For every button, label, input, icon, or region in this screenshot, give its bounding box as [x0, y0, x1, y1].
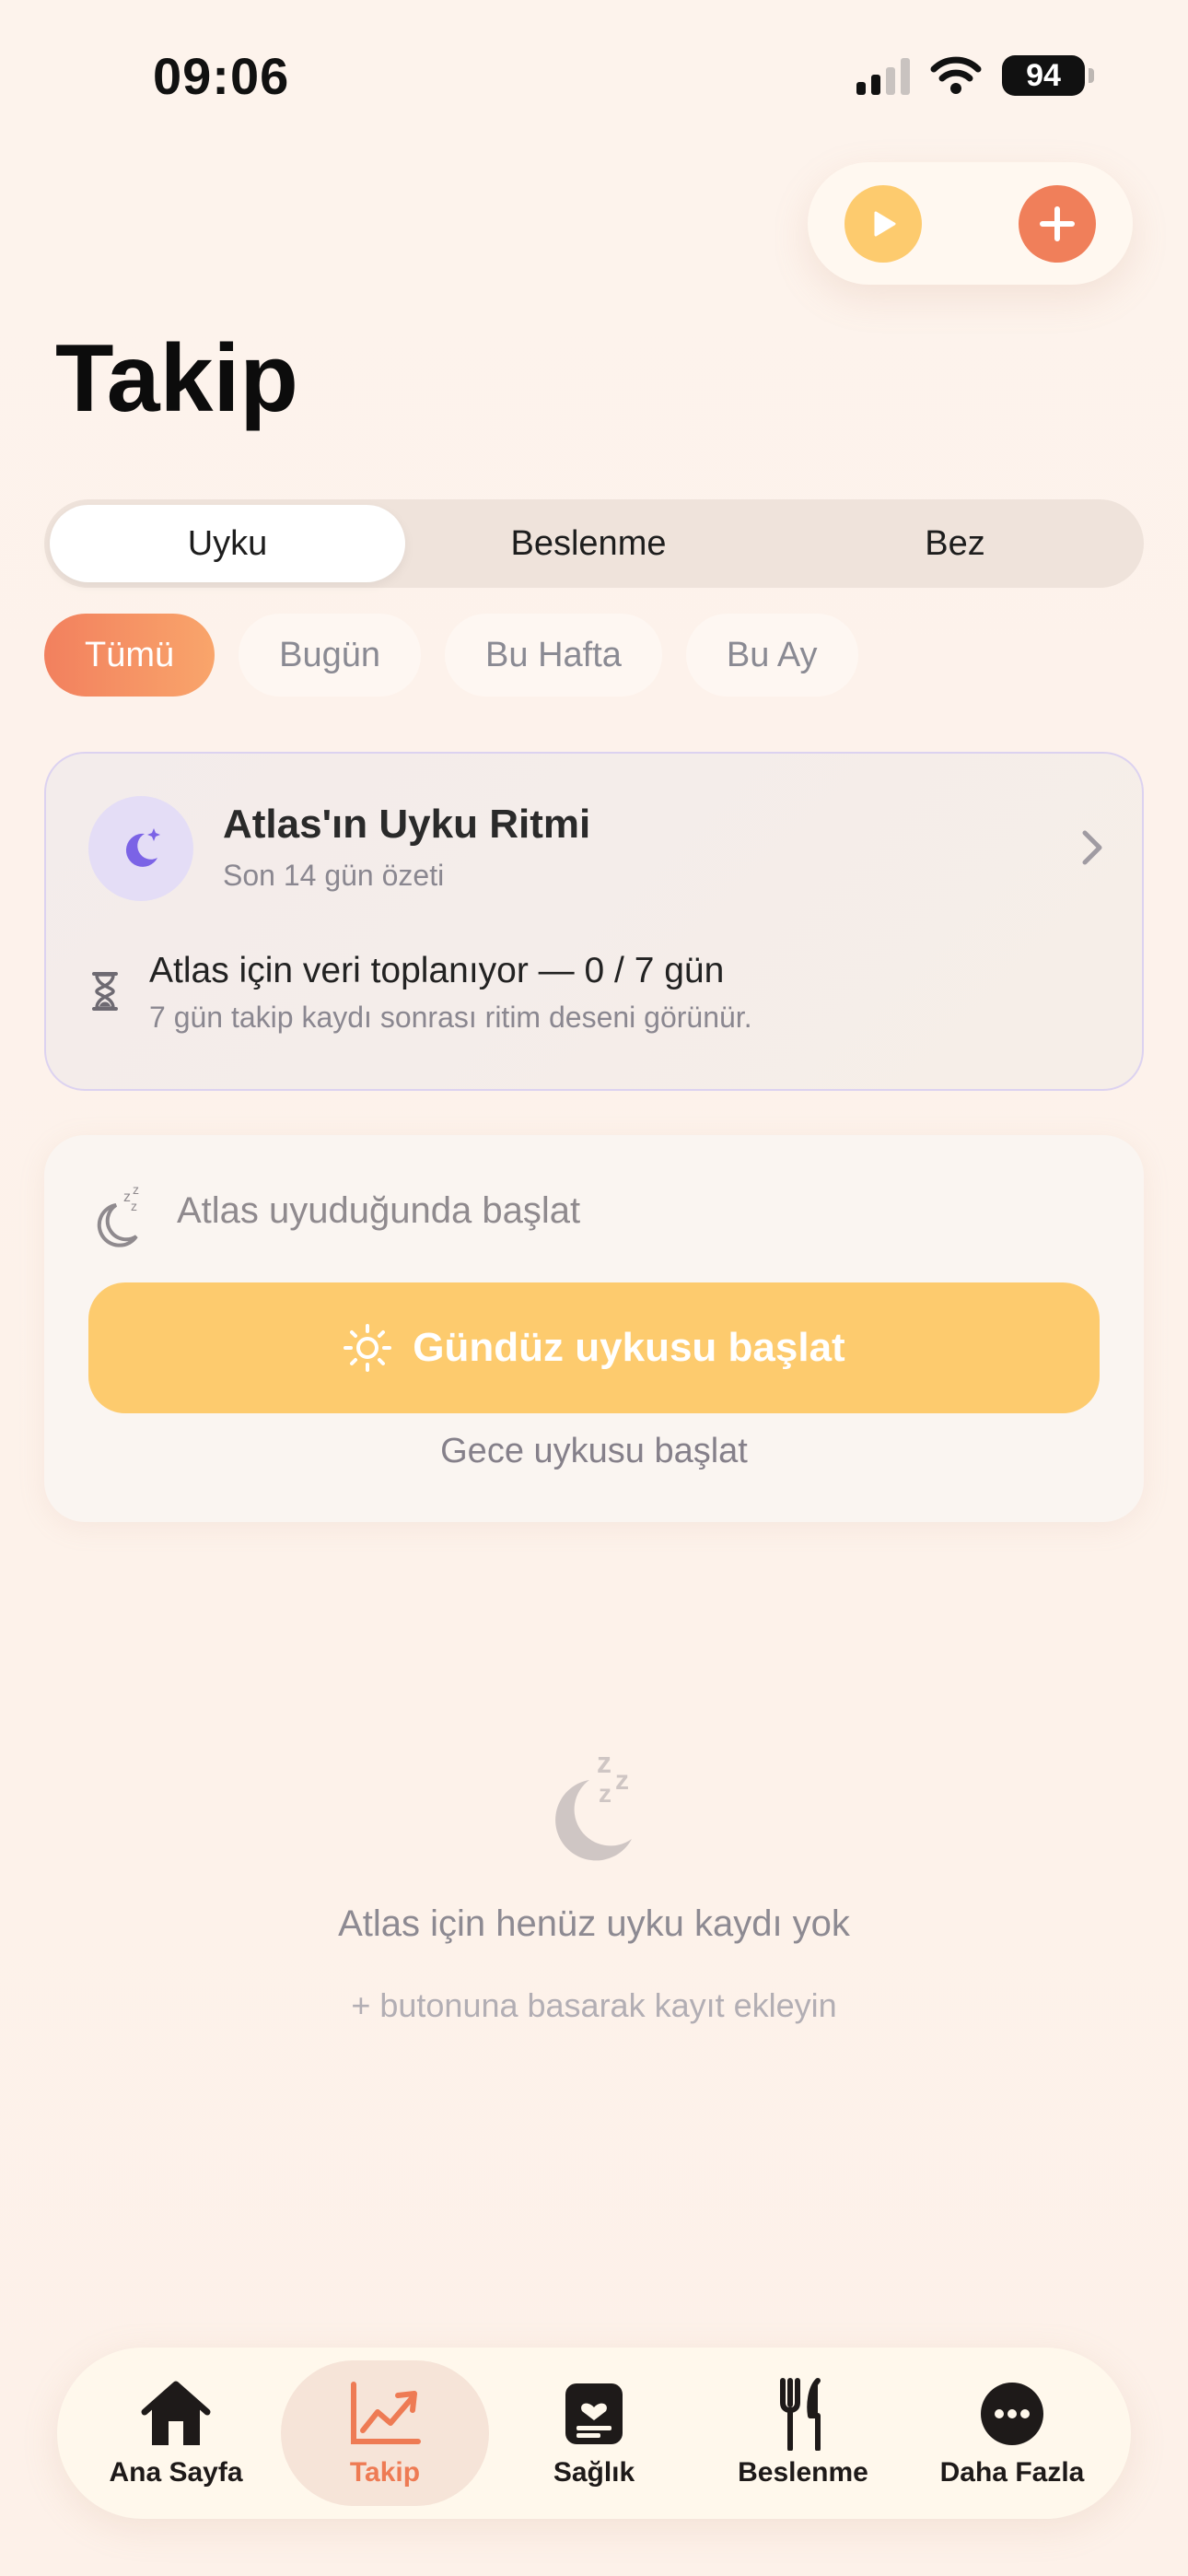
svg-text:z: z — [123, 1189, 131, 1205]
empty-state-title: Atlas için henüz uyku kaydı yok — [338, 1903, 850, 1944]
night-sleep-link[interactable]: Gece uykusu başlat — [44, 1432, 1144, 1471]
tab-more-label: Daha Fazla — [939, 2457, 1085, 2488]
start-label: Atlas uyuduğunda başlat — [177, 1190, 581, 1231]
sleep-moon-icon: z z z — [97, 1183, 139, 1247]
filter-this-week[interactable]: Bu Hafta — [445, 614, 662, 697]
play-icon — [874, 211, 896, 236]
segment-beslenme[interactable]: Beslenme — [405, 505, 772, 582]
plus-icon — [1040, 205, 1075, 241]
cellular-signal-icon — [856, 56, 910, 95]
home-icon — [141, 2381, 211, 2445]
chevron-right-icon — [1082, 830, 1102, 865]
filter-all[interactable]: Tümü — [44, 614, 215, 697]
tab-home[interactable]: Ana Sayfa — [72, 2360, 280, 2506]
filter-today[interactable]: Bugün — [239, 614, 422, 697]
add-button[interactable] — [1019, 184, 1096, 263]
empty-sleep-icon: z z z — [555, 1746, 632, 1861]
tab-takip-label: Takip — [349, 2457, 421, 2488]
filter-this-month[interactable]: Bu Ay — [685, 614, 858, 697]
start-sleep-card: z z z Atlas uyuduğunda başlat Gündüz uyk… — [44, 1135, 1144, 1522]
nap-start-label: Gündüz uykusu başlat — [413, 1325, 845, 1370]
rhythm-title: Atlas'ın Uyku Ritmi — [223, 802, 591, 847]
tab-beslenme-label: Beslenme — [738, 2457, 868, 2488]
moon-badge — [88, 796, 193, 901]
svg-text:z: z — [615, 1765, 629, 1796]
tab-takip[interactable]: Takip — [281, 2360, 489, 2506]
quick-actions — [808, 162, 1133, 285]
tab-health[interactable]: Sağlık — [490, 2360, 698, 2506]
fork-knife-icon — [780, 2378, 821, 2451]
segment-bez[interactable]: Bez — [772, 505, 1138, 582]
status-time: 09:06 — [153, 47, 290, 105]
tab-beslenme[interactable]: Beslenme — [699, 2360, 907, 2506]
wifi-icon — [930, 56, 982, 94]
svg-text:z: z — [133, 1183, 139, 1197]
tab-bar: Ana Sayfa Takip Sağlık Beslenme Daha Faz… — [57, 2348, 1131, 2519]
play-button[interactable] — [844, 184, 922, 263]
hourglass-icon — [92, 972, 118, 1011]
rhythm-subtitle: Son 14 gün özeti — [223, 859, 445, 892]
svg-text:z: z — [599, 1779, 611, 1808]
rhythm-hint: 7 gün takip kaydı sonrası ritim deseni g… — [149, 1001, 752, 1034]
tab-home-label: Ana Sayfa — [109, 2457, 243, 2488]
rhythm-progress: Atlas için veri toplanıyor — 0 / 7 gün — [149, 951, 725, 990]
sleep-rhythm-card[interactable]: Atlas'ın Uyku Ritmi Son 14 gün özeti Atl… — [44, 752, 1144, 1091]
health-icon — [565, 2383, 623, 2444]
sun-icon — [344, 1324, 392, 1372]
svg-text:z: z — [597, 1746, 611, 1779]
status-icons: 94 — [856, 55, 1094, 96]
filter-chips: Tümü Bugün Bu Hafta Bu Ay — [44, 614, 858, 697]
empty-state-hint: + butonuna basarak kayıt ekleyin — [351, 1986, 837, 2024]
moon-stars-icon — [125, 828, 160, 867]
page-title: Takip — [55, 325, 298, 432]
segment-uyku[interactable]: Uyku — [50, 505, 405, 582]
tab-more[interactable]: Daha Fazla — [908, 2360, 1116, 2506]
svg-text:z: z — [131, 1199, 137, 1213]
battery-icon: 94 — [1002, 55, 1094, 96]
more-icon — [981, 2383, 1043, 2445]
segment-control: Uyku Beslenme Bez — [44, 499, 1144, 588]
chart-icon — [351, 2382, 421, 2444]
tab-health-label: Sağlık — [553, 2457, 635, 2488]
nap-start-button[interactable]: Gündüz uykusu başlat — [88, 1282, 1100, 1413]
